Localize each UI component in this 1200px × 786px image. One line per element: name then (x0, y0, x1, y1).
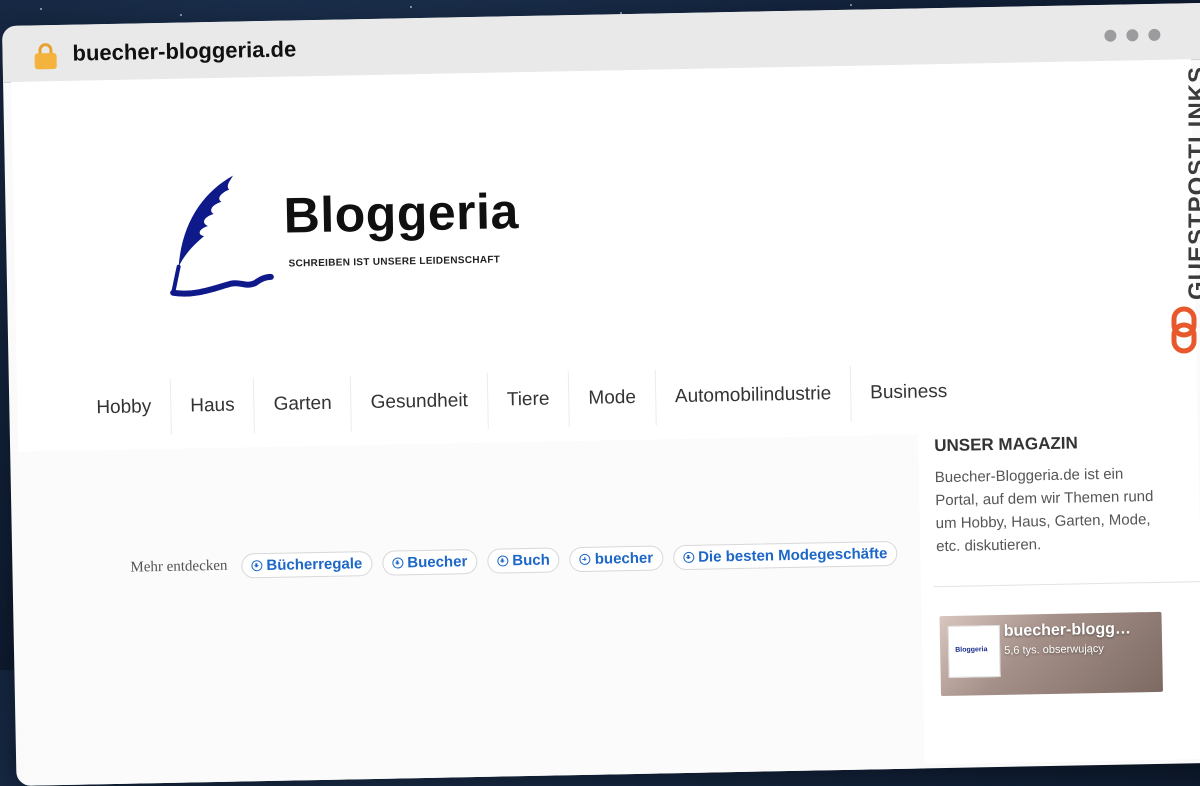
logo-tagline: SCHREIBEN IST UNSERE LEIDENSCHAFT (288, 254, 501, 270)
main-navigation: Hobby Haus Garten Gesundheit Tiere Mode … (76, 364, 967, 437)
logo-title[interactable]: Bloggeria (283, 182, 519, 245)
discover-chip[interactable]: buecher (569, 545, 664, 573)
discover-chip[interactable]: Die besten Modegeschäfte (672, 540, 898, 571)
window-dot-icon[interactable] (1148, 28, 1161, 41)
chain-link-icon (1171, 306, 1197, 354)
facebook-follower-count: 5,6 tys. obserwujący (1004, 642, 1104, 657)
nav-item-business[interactable]: Business (851, 364, 967, 422)
nav-item-automobilindustrie[interactable]: Automobilindustrie (655, 365, 852, 426)
discover-chip[interactable]: Buch (487, 547, 561, 574)
chip-label: Buecher (407, 553, 468, 572)
window-controls (1104, 28, 1170, 47)
brand-watermark: GUESTPOSTLINKS (1164, 50, 1200, 360)
nav-item-gesundheit[interactable]: Gesundheit (351, 372, 489, 432)
chip-label: Die besten Modegeschäfte (697, 545, 888, 566)
discover-label: Mehr entdecken (130, 557, 228, 576)
plus-circle-icon (251, 560, 263, 572)
chip-label: Bücherregale (266, 555, 363, 575)
nav-item-tiere[interactable]: Tiere (487, 371, 570, 429)
plus-circle-icon (579, 553, 591, 566)
feather-quill-icon[interactable] (163, 173, 275, 305)
main-content (18, 434, 925, 786)
sidebar-description: Buecher-Bloggeria.de ist ein Portal, auf… (934, 465, 1154, 556)
sidebar-divider (932, 581, 1200, 588)
lock-icon (34, 43, 57, 70)
sidebar-title: UNSER MAGAZIN (934, 433, 1078, 456)
nav-item-hobby[interactable]: Hobby (76, 378, 172, 437)
nav-item-haus[interactable]: Haus (170, 377, 256, 435)
window-dot-icon[interactable] (1126, 29, 1139, 42)
window-dot-icon[interactable] (1104, 29, 1117, 42)
discover-chip[interactable]: Buecher (382, 548, 478, 576)
avatar-label: Bloggeria (955, 646, 988, 654)
browser-window: buecher-bloggeria.de Bloggeria SCHREIBEN… (2, 2, 1200, 786)
web-page: Bloggeria SCHREIBEN IST UNSERE LEIDENSCH… (11, 59, 1200, 786)
plus-circle-icon (392, 557, 404, 569)
plus-circle-icon (497, 555, 509, 567)
watermark-text: GUESTPOSTLINKS (1184, 65, 1200, 300)
facebook-page-widget[interactable]: Bloggeria buecher-blogg… 5,6 tys. obserw… (939, 611, 1163, 697)
discover-chip[interactable]: Bücherregale (241, 550, 373, 579)
nav-item-garten[interactable]: Garten (254, 375, 353, 434)
facebook-page-name[interactable]: buecher-blogg… (1004, 620, 1131, 640)
url-text[interactable]: buecher-bloggeria.de (72, 36, 296, 66)
chip-label: buecher (594, 549, 654, 568)
chip-label: Buch (512, 551, 550, 570)
plus-circle-icon (683, 551, 695, 564)
nav-item-mode[interactable]: Mode (568, 369, 657, 428)
